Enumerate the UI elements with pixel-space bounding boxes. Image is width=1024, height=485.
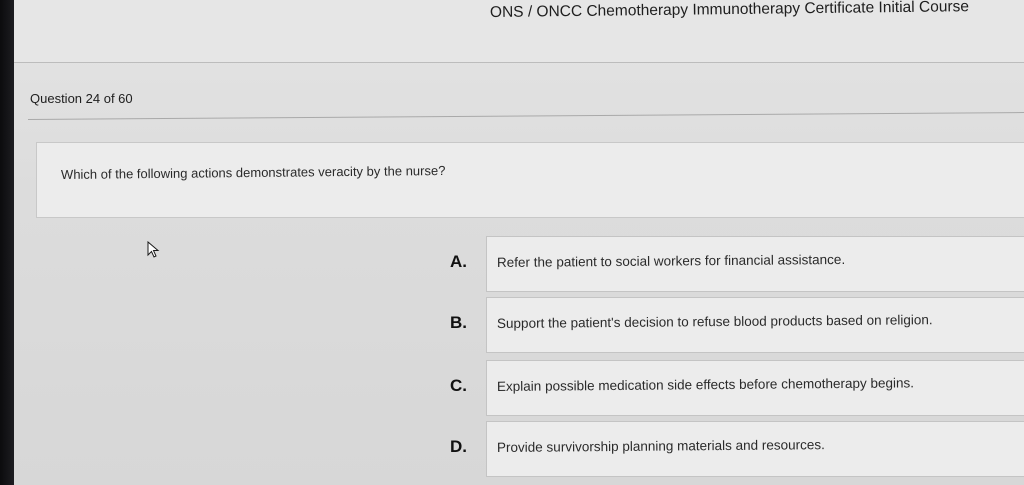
question-counter: Question 24 of 60 xyxy=(30,91,133,106)
course-title: ONS / ONCC Chemotherapy Immunotherapy Ce… xyxy=(489,0,970,21)
option-text: Explain possible medication side effects… xyxy=(496,375,915,394)
divider xyxy=(27,112,1024,120)
option-box[interactable]: Refer the patient to social workers for … xyxy=(486,236,1024,292)
answer-option-c[interactable]: C. Explain possible medication side effe… xyxy=(434,360,1024,420)
title-bar: ONS / ONCC Chemotherapy Immunotherapy Ce… xyxy=(14,0,1024,63)
option-letter: A. xyxy=(450,252,467,271)
option-letter: B. xyxy=(450,313,467,332)
option-text: Provide survivorship planning materials … xyxy=(496,437,825,455)
question-box: Which of the following actions demonstra… xyxy=(36,142,1024,218)
option-box[interactable]: Explain possible medication side effects… xyxy=(486,360,1024,416)
mouse-cursor-icon xyxy=(147,240,161,264)
course-screen: ONS / ONCC Chemotherapy Immunotherapy Ce… xyxy=(14,0,1024,485)
option-text: Support the patient's decision to refuse… xyxy=(496,312,933,331)
answer-option-d[interactable]: D. Provide survivorship planning materia… xyxy=(434,421,1024,481)
option-letter: D. xyxy=(450,437,467,456)
option-text: Refer the patient to social workers for … xyxy=(496,251,846,270)
option-box[interactable]: Support the patient's decision to refuse… xyxy=(486,297,1024,353)
answer-option-b[interactable]: B. Support the patient's decision to ref… xyxy=(434,297,1024,357)
screen-bezel xyxy=(0,0,14,485)
answer-option-a[interactable]: A. Refer the patient to social workers f… xyxy=(434,236,1024,296)
option-box[interactable]: Provide survivorship planning materials … xyxy=(486,421,1024,477)
question-text: Which of the following actions demonstra… xyxy=(60,162,446,182)
option-letter: C. xyxy=(450,376,467,395)
